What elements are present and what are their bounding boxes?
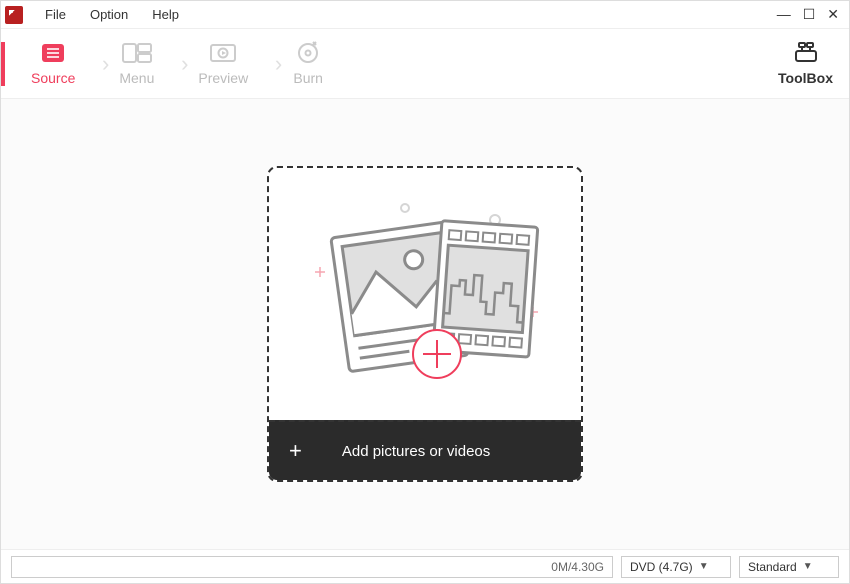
window: File Option Help — ☐ ✕ Source › Menu › (0, 0, 850, 584)
capacity-text: 0M/4.30G (551, 560, 604, 574)
disc-type-dropdown[interactable]: DVD (4.7G) ▼ (621, 556, 731, 578)
app-icon (5, 6, 23, 24)
add-media-dropzone[interactable]: + Add pictures or videos (267, 166, 583, 482)
burn-icon (292, 42, 324, 64)
illustration-icon (269, 168, 581, 420)
menu-help[interactable]: Help (140, 7, 191, 22)
disc-type-value: DVD (4.7G) (630, 560, 693, 574)
toolbox-button[interactable]: ToolBox (778, 41, 833, 86)
quality-dropdown[interactable]: Standard ▼ (739, 556, 839, 578)
step-source-label: Source (31, 70, 75, 86)
toolbox-label: ToolBox (778, 70, 833, 86)
toolbox-icon (792, 41, 820, 66)
step-burn[interactable]: Burn (270, 42, 346, 86)
step-preview[interactable]: Preview › (176, 42, 270, 86)
menu-icon (121, 42, 153, 64)
source-icon (37, 42, 69, 64)
preview-icon (207, 42, 239, 64)
add-media-label: Add pictures or videos (342, 443, 490, 460)
chevron-down-icon: ▼ (803, 561, 813, 572)
menu-file[interactable]: File (33, 7, 78, 22)
add-media-bar: + Add pictures or videos (269, 420, 581, 480)
quality-value: Standard (748, 560, 797, 574)
step-menu-label: Menu (119, 70, 154, 86)
maximize-icon[interactable]: ☐ (803, 6, 816, 23)
step-burn-label: Burn (293, 70, 323, 86)
main-area: + Add pictures or videos (1, 99, 849, 549)
step-menu[interactable]: Menu › (97, 42, 176, 86)
capacity-readout: 0M/4.30G (11, 556, 613, 578)
plus-icon: + (289, 438, 302, 464)
status-bar: 0M/4.30G DVD (4.7G) ▼ Standard ▼ (1, 549, 849, 583)
window-controls: — ☐ ✕ (777, 6, 845, 23)
close-icon[interactable]: ✕ (827, 6, 839, 23)
minimize-icon[interactable]: — (777, 6, 791, 23)
step-preview-label: Preview (198, 70, 248, 86)
step-source[interactable]: Source › (9, 42, 97, 86)
step-bar: Source › Menu › Preview › Burn (1, 29, 849, 99)
menu-option[interactable]: Option (78, 7, 140, 22)
menubar: File Option Help — ☐ ✕ (1, 1, 849, 29)
chevron-down-icon: ▼ (699, 561, 709, 572)
